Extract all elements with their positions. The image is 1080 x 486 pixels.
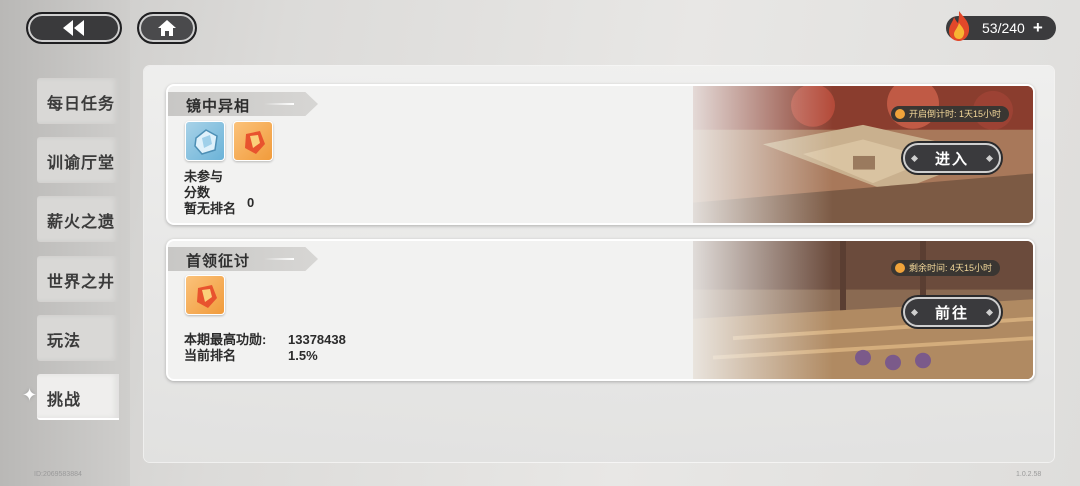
nav-world-well[interactable]: 世界之井 (37, 256, 119, 302)
enter-button[interactable]: 进入 (903, 143, 1001, 173)
current-rank-value: 1.5% (288, 348, 318, 363)
countdown-timer: 开启倒计时: 1天15小时 (891, 106, 1010, 122)
nav-label: 挑战 (47, 392, 82, 409)
nav-legacy[interactable]: 薪火之遗 (37, 196, 119, 242)
nav-daily-tasks[interactable]: 每日任务 (37, 78, 119, 124)
home-icon (158, 20, 176, 36)
stamina-amount: 53/240 (982, 20, 1025, 36)
art-fade (653, 86, 833, 223)
nav-challenge[interactable]: 挑战 (37, 374, 119, 420)
current-rank-label: 当前排名 (184, 348, 237, 363)
banner-decoration (264, 103, 294, 105)
event-card-boss: 首领征讨 本期最高功勋: 13378438 当前排名 1.5% 剩余时间: 4天… (166, 239, 1035, 381)
reward-item-gem[interactable] (233, 121, 273, 161)
rank-label: 暂无排名 (184, 201, 237, 216)
version-label: 1.0.2.58 (1016, 471, 1042, 478)
back-button[interactable] (26, 12, 122, 44)
stamina-counter: 53/240 + (946, 11, 1056, 41)
rewind-icon (63, 20, 84, 36)
remaining-timer: 剩余时间: 4天15小时 (891, 260, 1001, 276)
gem-icon (245, 131, 265, 154)
nav-label: 训谕厅堂 (47, 155, 116, 172)
best-merit-label: 本期最高功勋: (184, 332, 267, 347)
art-fade (653, 241, 833, 379)
reward-item-crystal[interactable] (185, 121, 225, 161)
banner-decoration (264, 258, 294, 260)
flame-icon (949, 11, 970, 41)
add-stamina-button[interactable]: + (1033, 18, 1043, 38)
nav-training-hall[interactable]: 训谕厅堂 (37, 137, 119, 183)
card-title-banner: 首领征讨 (168, 247, 318, 271)
best-merit-value: 13378438 (288, 332, 346, 347)
nav-label: 世界之井 (47, 274, 116, 291)
player-id: ID:2069583884 (34, 471, 82, 478)
event-card-mirror: 镜中异相 未参与 分数 暂无排名 0 开启倒计时: 1天15小时 进入 (166, 84, 1035, 225)
reward-item-gem[interactable] (185, 275, 225, 315)
go-button[interactable]: 前往 (903, 297, 1001, 327)
active-star-icon: ✦ (22, 385, 38, 405)
nav-label: 每日任务 (47, 96, 116, 113)
nav-label: 玩法 (47, 333, 82, 350)
nav-label: 薪火之遗 (47, 214, 116, 231)
card-title: 首领征讨 (186, 253, 251, 270)
card-title-banner: 镜中异相 (168, 92, 318, 116)
rank-value: 0 (247, 195, 255, 210)
nav-gameplay[interactable]: 玩法 (37, 315, 119, 361)
status-label: 未参与 (184, 169, 224, 184)
home-button[interactable] (137, 12, 197, 44)
crystal-icon (194, 129, 218, 155)
gem-icon (197, 285, 217, 308)
card-title: 镜中异相 (186, 98, 251, 115)
score-label: 分数 (184, 185, 211, 200)
